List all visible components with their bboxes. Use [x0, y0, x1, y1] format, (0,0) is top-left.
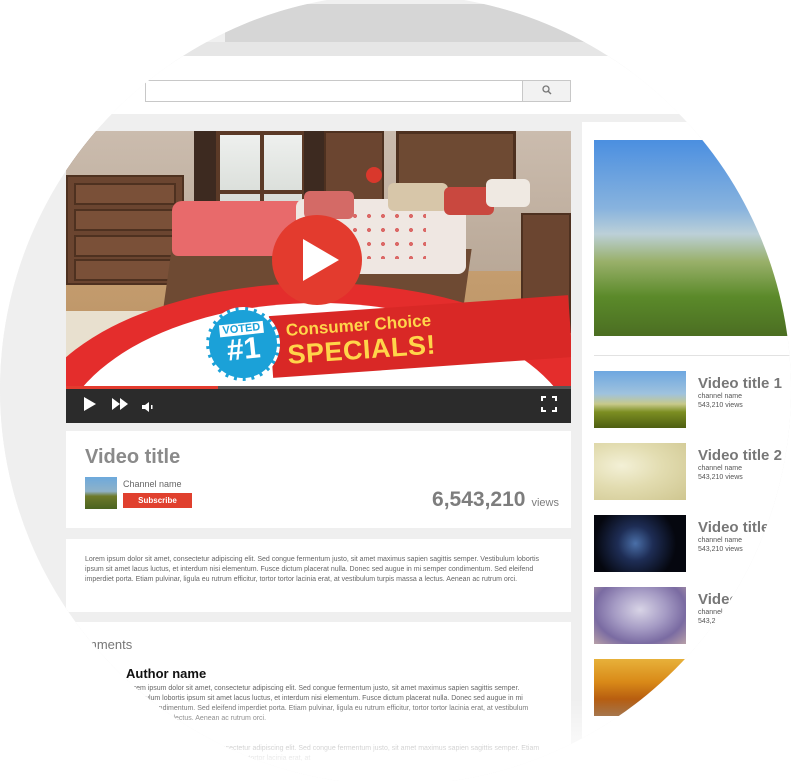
view-count-number: 6,543,210: [432, 488, 526, 511]
search-bar: [145, 80, 571, 102]
related-video-item[interactable]: Video title channel name 543,210 views: [594, 515, 791, 573]
search-button[interactable]: [522, 81, 570, 101]
related-video-item[interactable]: Video title 2 channel name 543,210 views: [594, 443, 791, 501]
view-count-label: views: [531, 497, 559, 509]
volume-icon[interactable]: [142, 399, 154, 417]
related-video-views: 543,210 views: [698, 402, 743, 409]
comment-author[interactable]: Author name: [126, 666, 206, 681]
related-video-channel: channel: [698, 609, 723, 616]
related-video-item[interactable]: Video channel 543,2: [594, 587, 791, 645]
channel-avatar[interactable]: [85, 477, 117, 509]
related-video-title: Video title 1: [698, 375, 782, 392]
featured-video-thumbnail[interactable]: [594, 140, 791, 336]
circular-frame: Consumer Choice SPECIALS! VOTED #1 Video…: [0, 0, 791, 781]
progress-fill: [66, 386, 218, 389]
video-player[interactable]: Consumer Choice SPECIALS! VOTED #1: [66, 131, 571, 423]
sidebar-divider: [594, 355, 791, 356]
related-video-views: 543,210 views: [698, 474, 743, 481]
description-card: Lorem ipsum dolor sit amet, consectetur …: [66, 539, 571, 612]
comment-text: Lorem ipsum dolor sit amet, consectetur …: [126, 685, 529, 723]
channel-name[interactable]: Channel name: [123, 479, 182, 489]
related-video-thumbnail: [594, 371, 686, 428]
search-icon: [541, 82, 552, 100]
related-video-channel: channel name: [698, 537, 742, 544]
view-count: 6,543,210 views: [432, 488, 559, 512]
related-video-title: Video: [698, 591, 739, 608]
related-video-title: Video title 2: [698, 447, 782, 464]
related-video-thumbnail: [594, 515, 686, 572]
related-video-views: 543,2: [698, 618, 716, 625]
comment-text-2: Lorem ipsum dolor sit amet, consectetur …: [126, 745, 540, 763]
related-video-thumbnail: [594, 587, 686, 644]
fast-forward-icon[interactable]: [112, 397, 128, 415]
related-video-channel: channel name: [698, 465, 742, 472]
related-video-views: 543,210 views: [698, 546, 743, 553]
player-controls: [66, 386, 571, 423]
related-video-channel: channel name: [698, 393, 742, 400]
comments-heading: mments: [86, 637, 133, 652]
related-video-title: Video title: [698, 519, 770, 536]
big-play-button[interactable]: [272, 215, 362, 305]
video-title: Video title: [85, 446, 181, 468]
related-video-thumbnail: [594, 443, 686, 500]
video-info-card: Video title Channel name Subscribe 6,543…: [66, 431, 571, 528]
background-window-back: [225, 4, 585, 44]
play-control-icon[interactable]: [84, 397, 96, 416]
play-icon: [303, 239, 339, 281]
search-input[interactable]: [146, 81, 522, 101]
subscribe-button[interactable]: Subscribe: [123, 493, 192, 508]
progress-bar[interactable]: [66, 386, 571, 389]
description-text: Lorem ipsum dolor sit amet, consectetur …: [85, 556, 540, 584]
related-videos-sidebar: Video title 1 channel name 543,210 views…: [582, 122, 791, 781]
badge-rank-text: #1: [225, 331, 262, 368]
related-video-item[interactable]: [594, 659, 791, 717]
fullscreen-icon[interactable]: [541, 396, 557, 417]
related-video-thumbnail: [594, 659, 686, 716]
comments-card: mments Author name Lorem ipsum dolor sit…: [66, 622, 571, 781]
related-video-item[interactable]: Video title 1 channel name 543,210 views: [594, 371, 791, 429]
